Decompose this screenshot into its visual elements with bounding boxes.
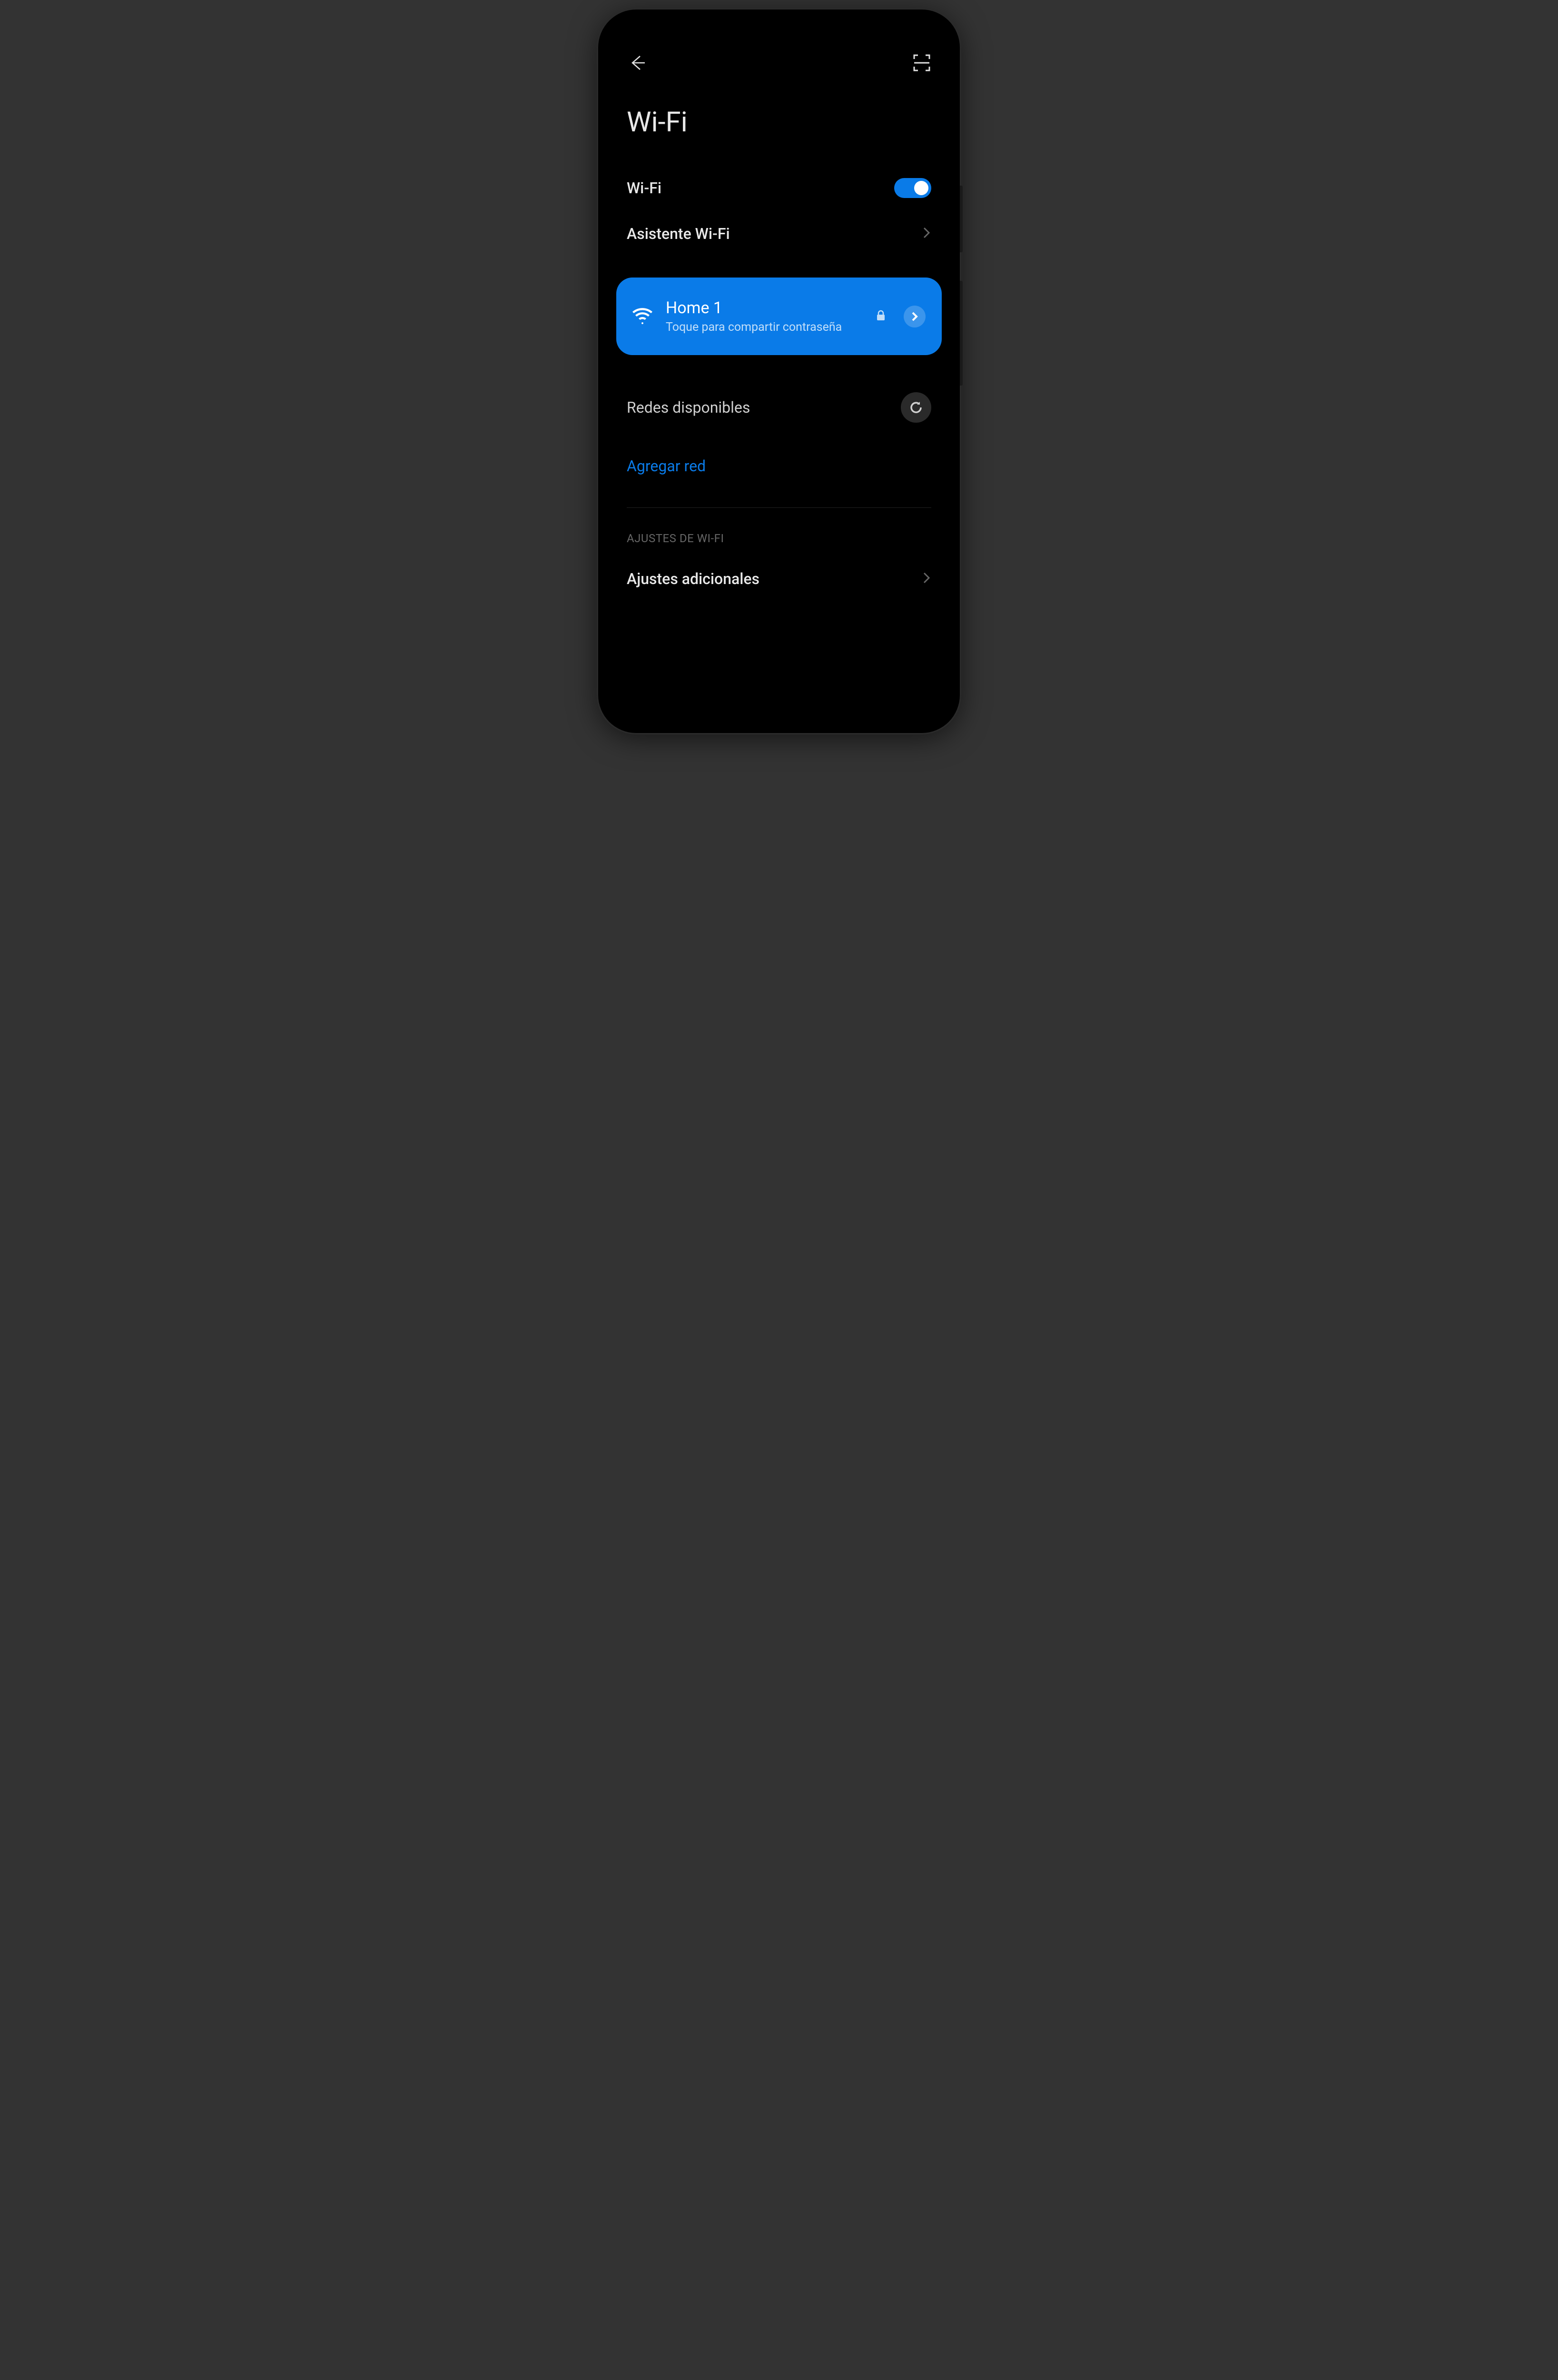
connected-network-card[interactable]: Home 1 Toque para compartir contraseña: [616, 278, 942, 355]
connected-network-hint: Toque para compartir contraseña: [666, 320, 863, 334]
additional-settings-row[interactable]: Ajustes adicionales: [608, 556, 950, 601]
lock-icon: [876, 310, 886, 323]
network-details-button[interactable]: [904, 306, 926, 327]
available-networks-title: Redes disponibles: [627, 398, 750, 416]
additional-settings-label: Ajustes adicionales: [627, 570, 759, 588]
connected-network-name: Home 1: [666, 298, 863, 317]
wifi-toggle-row[interactable]: Wi-Fi: [608, 165, 950, 211]
chevron-right-icon: [922, 226, 931, 241]
wifi-settings-header: AJUSTES DE WI-FI: [608, 508, 950, 556]
back-icon[interactable]: [627, 52, 648, 75]
refresh-button[interactable]: [901, 392, 931, 423]
wifi-assistant-row[interactable]: Asistente Wi-Fi: [608, 211, 950, 256]
wifi-toggle[interactable]: [894, 178, 931, 198]
qr-scan-icon[interactable]: [912, 53, 931, 74]
wifi-signal-icon: [632, 307, 652, 326]
wifi-label: Wi-Fi: [627, 179, 661, 197]
chevron-right-icon: [922, 571, 931, 586]
page-title: Wi-Fi: [608, 89, 950, 165]
add-network-button[interactable]: Agregar red: [627, 423, 931, 500]
wifi-assistant-label: Asistente Wi-Fi: [627, 225, 730, 243]
